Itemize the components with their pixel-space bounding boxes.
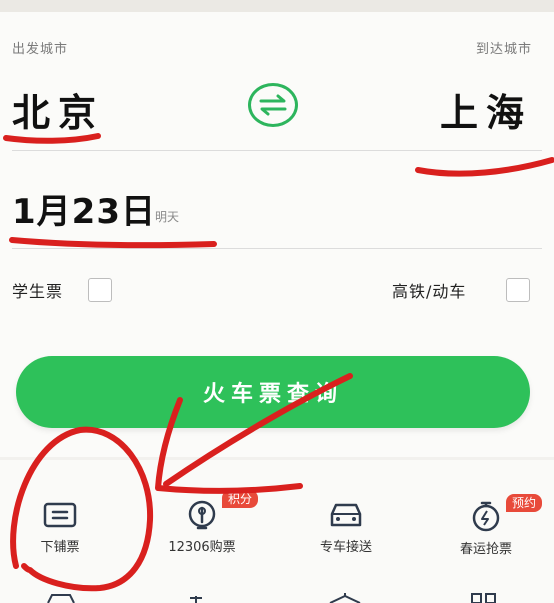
student-ticket-checkbox[interactable] [88, 278, 112, 302]
arrival-city[interactable]: 上海 [440, 82, 532, 137]
service-label: 下铺票 [40, 540, 80, 555]
service-lower-berth[interactable]: 下铺票 [0, 500, 120, 555]
departure-city[interactable]: 北京 [12, 82, 104, 137]
swap-arrows-icon [259, 94, 287, 116]
departure-city-label: 出发城市 [12, 42, 69, 57]
reserve-badge: 预约 [506, 494, 543, 512]
train-ticket-search-button[interactable]: 火车票查询 [16, 356, 530, 428]
service-grid: 下铺票 12306购票 积分 专车接送 春运抢票 预约 [0, 460, 554, 603]
divider [12, 150, 542, 151]
service-12306[interactable]: 12306购票 [142, 500, 262, 555]
points-badge: 积分 [222, 490, 259, 508]
top-strip [0, 0, 554, 12]
swap-cities-button[interactable] [248, 83, 298, 127]
highspeed-checkbox[interactable] [506, 278, 530, 302]
train-icon [188, 500, 216, 530]
divider [12, 248, 542, 249]
ticket-icon [43, 502, 77, 528]
arrival-city-label: 到达城市 [475, 42, 532, 57]
search-card: 出发城市 到达城市 北京 上海 1月23日 明天 学生票 高铁/动车 火车票查询 [0, 12, 554, 457]
service-label: 专车接送 [319, 540, 372, 555]
highspeed-label: 高铁/动车 [392, 282, 467, 301]
service-label: 春运抢票 [459, 542, 512, 557]
car-icon [330, 503, 362, 527]
student-ticket-label: 学生票 [12, 282, 64, 301]
departure-date[interactable]: 1月23日 [12, 184, 156, 233]
service-label: 12306购票 [168, 540, 236, 555]
next-row-icons [47, 593, 496, 603]
service-car-transfer[interactable]: 专车接送 [286, 500, 406, 555]
stopwatch-icon [472, 501, 500, 532]
departure-weekday: 明天 [155, 210, 180, 224]
